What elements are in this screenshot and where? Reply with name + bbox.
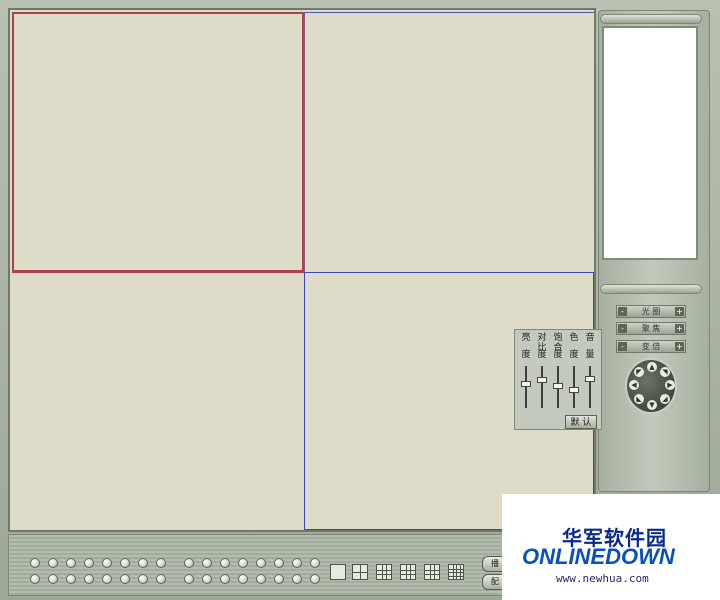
video-grid [8,8,596,532]
zoom-plus-button[interactable]: + [674,342,684,351]
iris-minus-button[interactable]: - [618,307,627,316]
channel-button[interactable] [202,558,212,568]
arrow-down-right-icon[interactable]: ◢ [660,394,670,404]
video-cell-2[interactable] [304,12,594,272]
focus-control: - 聚 焦 + [616,322,686,335]
iris-control: - 光 圈 + [616,305,686,318]
layout-8-icon[interactable] [400,564,416,580]
iris-label: 光 圈 [641,307,661,316]
channel-button[interactable] [292,574,302,584]
channel-button[interactable] [256,574,266,584]
channel-button[interactable] [30,574,40,584]
channel-button[interactable] [30,558,40,568]
layout-9-icon[interactable] [424,564,440,580]
default-button[interactable]: 默 认 [565,415,597,429]
hue-label-bottom: 度 [569,350,579,360]
zoom-minus-button[interactable]: - [618,342,627,351]
arrow-right-icon[interactable]: ▶ [665,380,675,390]
channel-button[interactable] [220,574,230,584]
arrow-down-left-icon[interactable]: ◣ [634,394,644,404]
panel-top-cap [600,14,702,24]
channel-button[interactable] [66,574,76,584]
channel-button[interactable] [120,558,130,568]
watermark: 华军软件园 ONLINEDOWN www.newhua.com [502,494,720,600]
layout-1-icon[interactable] [330,564,346,580]
arrow-up-right-icon[interactable]: ◥ [660,367,670,377]
panel-mid-cap [600,284,702,294]
watermark-url: www.newhua.com [556,572,649,585]
channel-button[interactable] [156,574,166,584]
channel-button[interactable] [256,558,266,568]
channel-button[interactable] [138,574,148,584]
zoom-control: - 变 倍 + [616,340,686,353]
brightness-label-bottom: 度 [521,350,531,360]
channel-button[interactable] [274,558,284,568]
channel-button[interactable] [220,558,230,568]
channel-button[interactable] [310,574,320,584]
hue-slider[interactable] [569,366,579,408]
channel-button[interactable] [84,558,94,568]
contrast-label-bottom: 度 [537,350,547,360]
arrow-left-icon[interactable]: ◀ [629,380,639,390]
arrow-up-icon[interactable]: ▲ [647,362,657,372]
channel-button[interactable] [48,558,58,568]
channel-button[interactable] [120,574,130,584]
zoom-label: 变 倍 [641,342,661,351]
channel-button[interactable] [48,574,58,584]
saturation-label-bottom: 度 [553,350,563,360]
focus-minus-button[interactable]: - [618,324,627,333]
channel-button[interactable] [66,558,76,568]
brightness-slider[interactable] [521,366,531,408]
channel-button[interactable] [310,558,320,568]
layout-4-icon[interactable] [352,564,368,580]
slider-knob[interactable] [553,383,563,389]
contrast-slider[interactable] [537,366,547,408]
slider-knob[interactable] [569,387,579,393]
layout-16-icon[interactable] [448,564,464,580]
volume-slider[interactable] [585,366,595,408]
watermark-logo: ONLINEDOWN [522,544,675,569]
channel-button[interactable] [184,558,194,568]
iris-plus-button[interactable]: + [674,307,684,316]
slider-knob[interactable] [585,376,595,382]
hue-label-top: 色 [569,333,579,343]
saturation-slider[interactable] [553,366,563,408]
video-cell-3[interactable] [12,272,304,530]
slider-knob[interactable] [537,377,547,383]
channel-button[interactable] [102,574,112,584]
video-cell-1[interactable] [12,12,304,272]
channel-button[interactable] [238,558,248,568]
channel-button[interactable] [138,558,148,568]
channel-button[interactable] [202,574,212,584]
arrow-down-icon[interactable]: ▼ [647,400,657,410]
focus-label: 聚 焦 [641,324,661,333]
channel-button[interactable] [184,574,194,584]
arrow-up-left-icon[interactable]: ◤ [634,367,644,377]
layout-6-icon[interactable] [376,564,392,580]
preview-window [602,26,698,260]
channel-button[interactable] [102,558,112,568]
volume-label-top: 音 [585,333,595,343]
channel-button[interactable] [84,574,94,584]
channel-button[interactable] [292,558,302,568]
volume-label-bottom: 量 [585,350,595,360]
slider-knob[interactable] [521,381,531,387]
channel-button[interactable] [156,558,166,568]
channel-button[interactable] [238,574,248,584]
focus-plus-button[interactable]: + [674,324,684,333]
ptz-direction-pad: ▲ ▼ ◀ ▶ ◤ ◥ ◣ ◢ [625,358,677,414]
brightness-label-top: 亮 [521,333,531,343]
channel-button[interactable] [274,574,284,584]
